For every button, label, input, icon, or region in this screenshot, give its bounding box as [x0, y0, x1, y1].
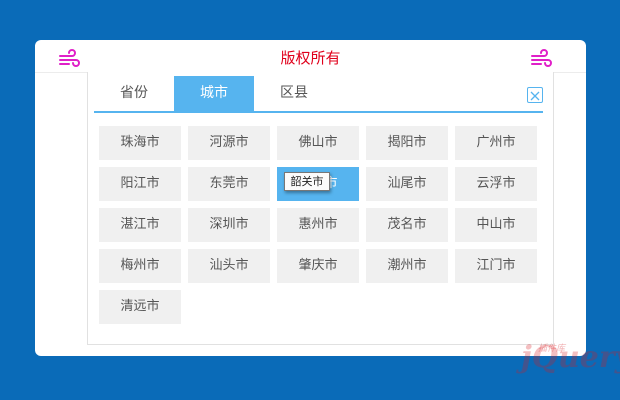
page-title: 版权所有 [280, 49, 341, 67]
city-item[interactable]: 江门市 [455, 249, 537, 283]
city-picker-panel: 省份 城市 区县 珠海市 河源市 佛山市 揭阳市 广州市 阳江市 东莞市 韶关市… [87, 72, 554, 345]
city-item[interactable]: 茂名市 [366, 208, 448, 242]
city-item[interactable]: 河源市 [188, 126, 270, 160]
tab-city[interactable]: 城市 [174, 76, 254, 111]
city-item[interactable]: 肇庆市 [277, 249, 359, 283]
city-item[interactable]: 珠海市 [99, 126, 181, 160]
city-item[interactable]: 汕尾市 [366, 167, 448, 201]
tab-bar: 省份 城市 区县 [94, 76, 543, 113]
city-item[interactable]: 清远市 [99, 290, 181, 324]
city-item[interactable]: 深圳市 [188, 208, 270, 242]
city-item[interactable]: 梅州市 [99, 249, 181, 283]
city-item[interactable]: 中山市 [455, 208, 537, 242]
close-button[interactable] [527, 87, 543, 103]
jquery-watermark-logo: jQuery [521, 340, 620, 375]
city-item[interactable]: 云浮市 [455, 167, 537, 201]
city-item[interactable]: 湛江市 [99, 208, 181, 242]
city-item[interactable]: 汕头市 [188, 249, 270, 283]
city-item[interactable]: 揭阳市 [366, 126, 448, 160]
card-header: 版权所有 [35, 40, 586, 73]
city-item[interactable]: 佛山市 [277, 126, 359, 160]
city-item[interactable]: 潮州市 [366, 249, 448, 283]
city-item[interactable]: 阳江市 [99, 167, 181, 201]
city-item[interactable]: 广州市 [455, 126, 537, 160]
city-item[interactable]: 东莞市 [188, 167, 270, 201]
tooltip: 韶关市 [284, 172, 330, 191]
tab-province[interactable]: 省份 [94, 76, 174, 111]
wind-icon [531, 49, 552, 67]
watermark-caption: 插件库 [538, 344, 566, 354]
city-item[interactable]: 惠州市 [277, 208, 359, 242]
tab-district[interactable]: 区县 [254, 76, 334, 111]
picker-card: 版权所有 省份 城市 区县 珠海市 河源市 佛山市 揭阳市 广州市 阳江市 东莞… [35, 40, 620, 375]
close-icon [530, 91, 540, 101]
